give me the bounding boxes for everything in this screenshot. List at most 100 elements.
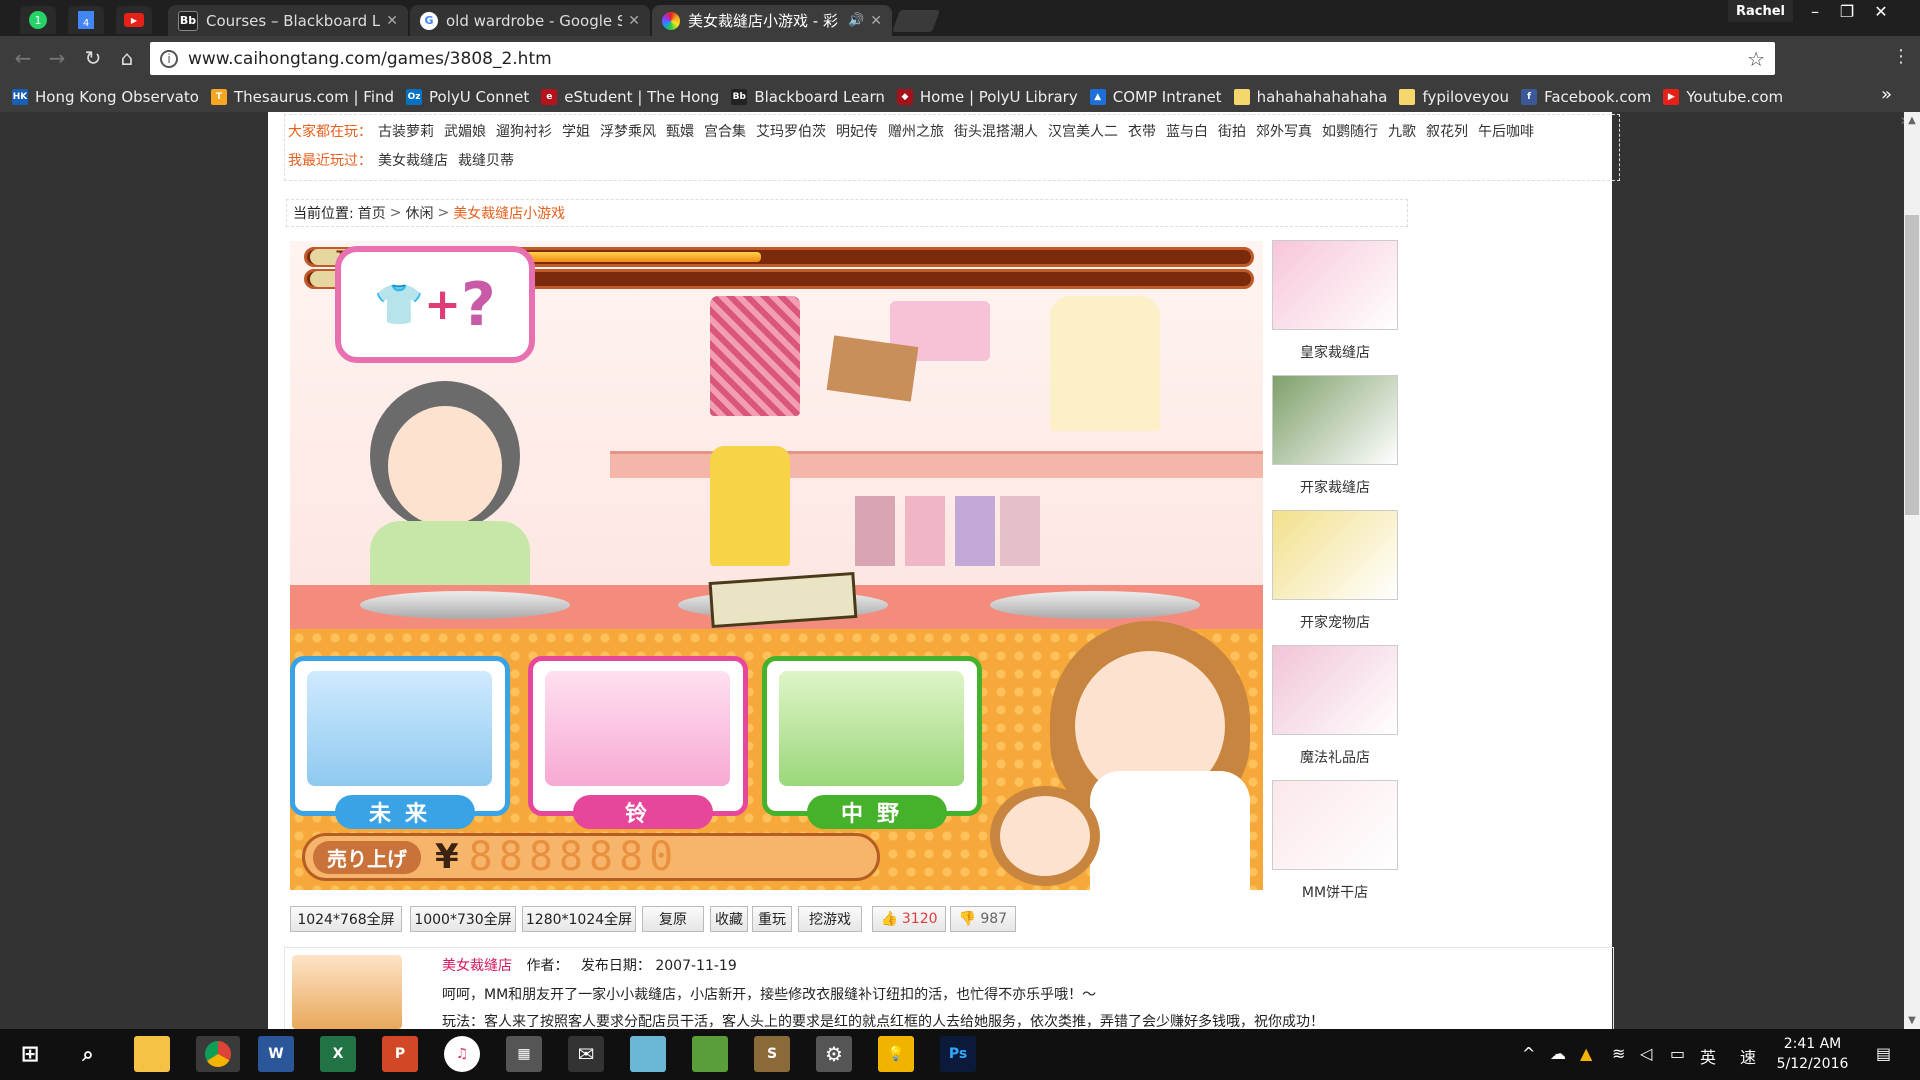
bookmark-item[interactable]: ▶ Youtube.com <box>1663 88 1783 106</box>
popular-game-link[interactable]: 艾玛罗伯茨 <box>756 121 826 141</box>
popular-game-link[interactable]: 九歌 <box>1388 121 1416 141</box>
dislike-button[interactable]: 👎 987 <box>950 906 1016 932</box>
new-tab-button[interactable] <box>891 10 941 32</box>
popular-game-link[interactable]: 学姐 <box>562 121 590 141</box>
counter-tray-3[interactable] <box>990 591 1200 619</box>
google-drive-icon[interactable]: ▲ <box>1580 1044 1592 1063</box>
windows-start-icon[interactable]: ⊞ <box>12 1036 48 1072</box>
tips-icon[interactable]: 💡 <box>878 1036 914 1072</box>
game-thumbnail[interactable] <box>292 955 402 1029</box>
popular-game-link[interactable]: 宫合集 <box>704 121 746 141</box>
onedrive-icon[interactable]: ☁ <box>1550 1044 1566 1063</box>
pinned-tab-whatsapp[interactable]: 1 <box>20 6 56 34</box>
popular-game-link[interactable]: 郊外写真 <box>1256 121 1312 141</box>
fullscreen-1280-button[interactable]: 1280*1024全屏 <box>522 906 636 932</box>
profile-button[interactable]: Rachel <box>1728 0 1793 22</box>
restore-button[interactable]: ❐ <box>1832 0 1862 22</box>
pinned-tab-calendar[interactable]: 4 <box>68 6 104 34</box>
address-bar[interactable]: i www.caihongtang.com/games/3808_2.htm ☆ <box>150 42 1775 75</box>
dig-games-button[interactable]: 挖游戏 <box>798 906 862 932</box>
breadcrumb-home[interactable]: 首页 <box>358 203 386 223</box>
popular-game-link[interactable]: 如鹦随行 <box>1322 121 1378 141</box>
clock[interactable]: 2:41 AM 5/12/2016 <box>1770 1036 1855 1072</box>
pinned-tab-youtube[interactable]: ▶ <box>116 6 152 34</box>
close-icon[interactable]: ✕ <box>870 13 882 29</box>
popular-game-link[interactable]: 浮梦乘风 <box>600 121 656 141</box>
word-icon[interactable]: W <box>258 1036 294 1072</box>
popular-game-link[interactable]: 甄嬛 <box>666 121 694 141</box>
breadcrumb-leisure[interactable]: 休闲 <box>405 203 433 223</box>
recent-game-link[interactable]: 裁缝贝蒂 <box>458 150 514 170</box>
bookmark-item[interactable]: f Facebook.com <box>1521 88 1651 106</box>
back-button[interactable]: ← <box>8 46 38 70</box>
related-game-thumbnail[interactable] <box>1272 780 1398 870</box>
volume-icon[interactable]: ◁ <box>1640 1044 1652 1063</box>
fullscreen-1024-button[interactable]: 1024*768全屏 <box>290 906 402 932</box>
tab-google-search[interactable]: G old wardrobe - Google S ✕ <box>410 5 650 36</box>
close-icon[interactable]: ✕ <box>386 13 398 29</box>
scroll-down-icon[interactable]: ▼ <box>1904 1012 1920 1028</box>
popular-game-link[interactable]: 蓝与白 <box>1166 121 1208 141</box>
popular-game-link[interactable]: 遛狗衬衫 <box>496 121 552 141</box>
popular-game-link[interactable]: 街拍 <box>1218 121 1246 141</box>
ime-mode[interactable]: 速 <box>1740 1044 1756 1068</box>
related-game-caption[interactable]: 皇家裁缝店 <box>1272 342 1398 362</box>
bookmark-item[interactable]: T Thesaurus.com | Find <box>210 88 394 106</box>
menu-icon[interactable]: ⋮ <box>1886 46 1916 67</box>
related-game-thumbnail[interactable] <box>1272 510 1398 600</box>
notification-icon[interactable]: ▤ <box>1876 1044 1891 1063</box>
bookmark-item[interactable]: fypiloveyou <box>1399 88 1509 106</box>
photoshop-icon[interactable]: Ps <box>940 1036 976 1072</box>
bookmark-item[interactable]: Bb Blackboard Learn <box>731 88 885 106</box>
related-game-thumbnail[interactable] <box>1272 240 1398 330</box>
itunes-icon[interactable]: ♫ <box>444 1036 480 1072</box>
popular-game-link[interactable]: 赠州之旅 <box>888 121 944 141</box>
tab-blackboard[interactable]: Bb Courses – Blackboard Le ✕ <box>168 5 408 36</box>
popular-game-link[interactable]: 街头混搭潮人 <box>954 121 1038 141</box>
popular-game-link[interactable]: 武媚娘 <box>444 121 486 141</box>
close-window-button[interactable]: ✕ <box>1866 0 1896 22</box>
popular-game-link[interactable]: 衣带 <box>1128 121 1156 141</box>
worker-card-mirai[interactable]: 未来 <box>290 656 510 829</box>
popular-game-link[interactable]: 明妃传 <box>836 121 878 141</box>
url-text[interactable]: www.caihongtang.com/games/3808_2.htm <box>188 49 1747 69</box>
game-canvas[interactable]: TIME BONUS 👕 + ? 未来 铃 中野 売り上げ ¥ 888 <box>290 241 1263 890</box>
forward-button[interactable]: → <box>42 46 72 70</box>
calculator-icon[interactable]: ▦ <box>506 1036 542 1072</box>
related-game-thumbnail[interactable] <box>1272 375 1398 465</box>
tab-tailor-game[interactable]: 美女裁缝店小游戏 - 彩 🔊 ✕ <box>652 5 892 36</box>
popular-game-link[interactable]: 汉宫美人二 <box>1048 121 1118 141</box>
related-game-caption[interactable]: 开家裁缝店 <box>1272 477 1398 497</box>
ime-language[interactable]: 英 <box>1700 1044 1716 1068</box>
minimize-button[interactable]: – <box>1800 0 1830 22</box>
worker-card-nakano[interactable]: 中野 <box>762 656 982 829</box>
search-icon[interactable]: ⌕ <box>70 1036 106 1072</box>
favorite-button[interactable]: 收藏 <box>710 906 748 932</box>
recent-game-link[interactable]: 美女裁缝店 <box>378 150 448 170</box>
close-icon[interactable]: ✕ <box>628 13 640 29</box>
file-explorer-icon[interactable] <box>134 1036 170 1072</box>
counter-tray-1[interactable] <box>360 591 570 619</box>
reload-button[interactable]: ↻ <box>78 46 108 70</box>
settings-gear-icon[interactable]: ⚙ <box>816 1036 852 1072</box>
fullscreen-1000-button[interactable]: 1000*730全屏 <box>410 906 516 932</box>
breadcrumb-current[interactable]: 美女裁缝店小游戏 <box>453 203 565 223</box>
bookmark-item[interactable]: HK Hong Kong Observato <box>12 88 199 106</box>
popular-game-link[interactable]: 古装萝莉 <box>378 121 434 141</box>
bookmark-item[interactable]: ▲ COMP Intranet <box>1089 88 1222 106</box>
app-icon[interactable]: S <box>754 1036 790 1072</box>
info-icon[interactable]: i <box>160 49 178 68</box>
replay-button[interactable]: 重玩 <box>752 906 792 932</box>
related-game-thumbnail[interactable] <box>1272 645 1398 735</box>
bookmarks-overflow-icon[interactable]: » <box>1881 84 1892 105</box>
popular-game-link[interactable]: 叙花列 <box>1426 121 1468 141</box>
related-game-caption[interactable]: MM饼干店 <box>1272 882 1398 902</box>
popular-game-link[interactable]: 午后咖啡 <box>1478 121 1534 141</box>
restore-button[interactable]: 复原 <box>642 906 704 932</box>
bookmark-star-icon[interactable]: ☆ <box>1747 47 1765 71</box>
bookmark-item[interactable]: e eStudent | The Hong <box>541 88 719 106</box>
chrome-icon[interactable] <box>196 1036 240 1072</box>
scroll-up-icon[interactable]: ▲ <box>1904 112 1920 128</box>
scrollbar-thumb[interactable] <box>1905 215 1919 515</box>
like-button[interactable]: 👍 3120 <box>872 906 946 932</box>
